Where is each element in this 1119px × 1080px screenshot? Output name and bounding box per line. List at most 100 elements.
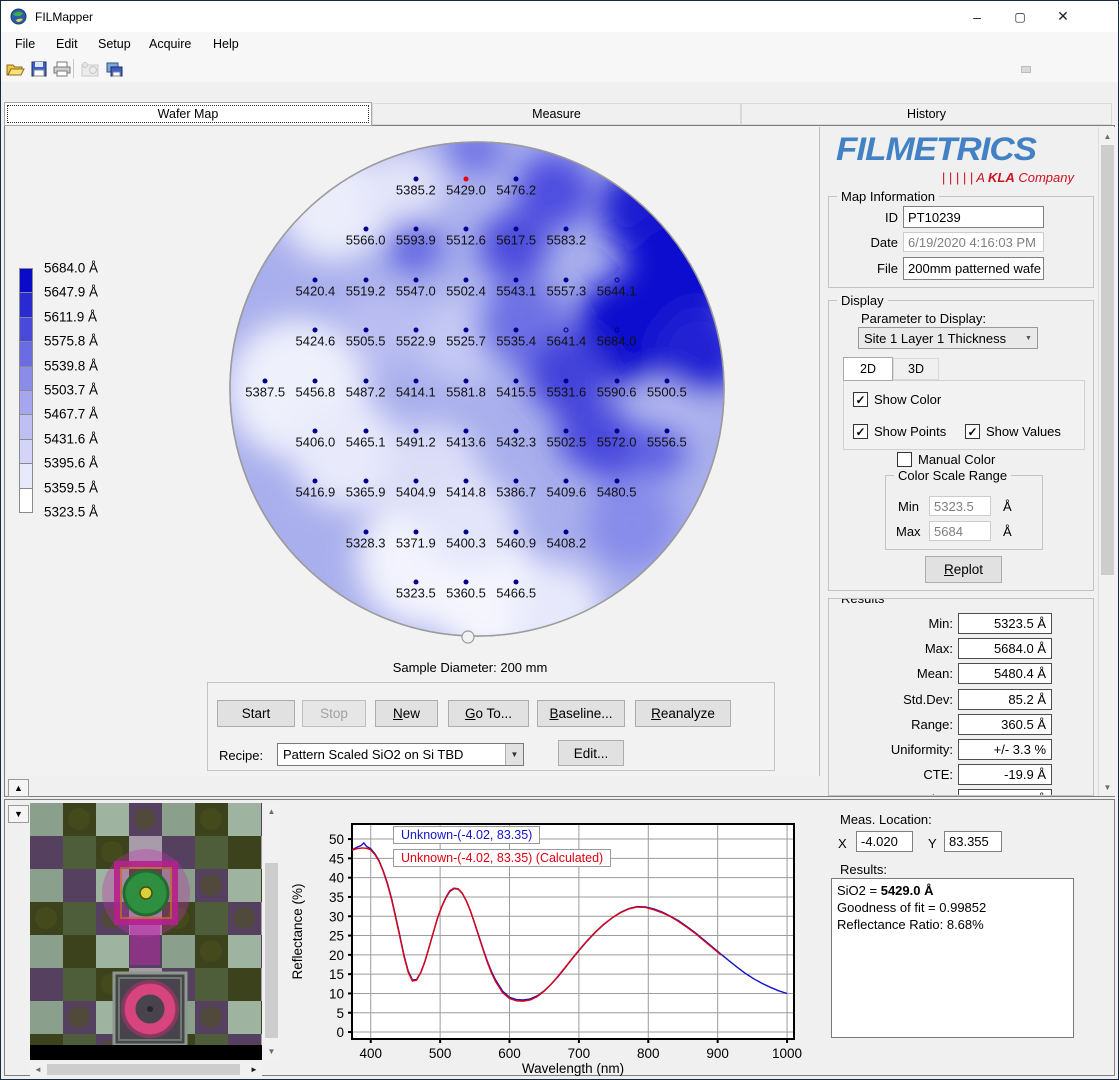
right-panel-scrollbar[interactable]: ▲ ▼	[1098, 127, 1116, 796]
wafer-point-dot[interactable]	[413, 227, 418, 232]
splitter-collapse-down-button[interactable]: ▼	[8, 805, 29, 823]
wafer-point-dot[interactable]	[313, 328, 318, 333]
wafer-point-dot[interactable]	[514, 479, 519, 484]
replot-button[interactable]: Replot	[925, 556, 1002, 583]
wafer-point-dot[interactable]	[363, 429, 368, 434]
recipe-combobox[interactable]: Pattern Scaled SiO2 on Si TBD ▼	[277, 743, 524, 766]
new-button[interactable]: New	[375, 700, 438, 727]
wafer-point-dot[interactable]	[564, 328, 569, 333]
edit-button[interactable]: Edit...	[558, 740, 624, 766]
wafer-point-dot[interactable]	[614, 429, 619, 434]
wafer-point-dot[interactable]	[614, 479, 619, 484]
tab-history[interactable]: History	[741, 103, 1112, 125]
baseline-button[interactable]: Baseline...	[537, 700, 625, 727]
camera-horizontal-scrollbar[interactable]: ◄ ►	[30, 1062, 262, 1077]
wafer-point-dot[interactable]	[614, 277, 619, 282]
wafer-point-dot[interactable]	[413, 328, 418, 333]
wafer-point-dot[interactable]	[614, 328, 619, 333]
wafer-point-dot[interactable]	[564, 227, 569, 232]
id-field[interactable]: PT10239	[903, 206, 1044, 228]
copy-save-icon[interactable]	[103, 58, 125, 80]
wafer-point-dot[interactable]	[413, 580, 418, 585]
wafer-point-dot[interactable]	[413, 479, 418, 484]
wafer-point-dot[interactable]	[464, 227, 469, 232]
menu-edit[interactable]: Edit	[51, 35, 83, 57]
wafer-point-dot[interactable]	[363, 479, 368, 484]
wafer-point-dot[interactable]	[363, 277, 368, 282]
save-icon[interactable]	[28, 58, 50, 80]
wafer-point-dot[interactable]	[363, 227, 368, 232]
camera-vertical-scrollbar[interactable]: ▲ ▼	[263, 803, 280, 1060]
combo-arrow-icon[interactable]: ▼	[505, 744, 523, 765]
wafer-point-dot[interactable]	[363, 529, 368, 534]
menu-acquire[interactable]: Acquire	[144, 35, 196, 57]
wafer-point-dot[interactable]	[564, 378, 569, 383]
wafer-point-dot[interactable]	[514, 580, 519, 585]
combo-arrow-icon[interactable]: ▼	[1020, 328, 1037, 348]
scroll-down-icon[interactable]: ▼	[1099, 780, 1116, 794]
wafer-point-dot[interactable]	[514, 529, 519, 534]
tab-wafer-map[interactable]: Wafer Map	[4, 102, 372, 126]
camera-image[interactable]	[30, 803, 262, 1060]
wafer-point-dot[interactable]	[413, 529, 418, 534]
wafer-point-dot[interactable]	[363, 328, 368, 333]
fit-results-box[interactable]: SiO2 = 5429.0 Å Goodness of fit = 0.9985…	[831, 878, 1074, 1038]
scrollbar-thumb[interactable]	[1101, 145, 1114, 575]
wafer-point-dot[interactable]	[464, 580, 469, 585]
menu-help[interactable]: Help	[208, 35, 244, 57]
open-file-icon[interactable]	[4, 58, 26, 80]
tab-3d[interactable]: 3D	[893, 358, 939, 380]
wafer-point-dot[interactable]	[464, 277, 469, 282]
wafer-point-dot[interactable]	[313, 378, 318, 383]
wafer-point-dot[interactable]	[464, 378, 469, 383]
wafer-point-dot[interactable]	[413, 177, 418, 182]
go-to-button[interactable]: Go To...	[448, 700, 529, 727]
show-points-checkbox[interactable]: Show Points	[853, 424, 946, 439]
minimize-button[interactable]: –	[955, 1, 999, 32]
scroll-down-icon[interactable]: ▼	[263, 1045, 280, 1057]
scrollbar-thumb[interactable]	[265, 863, 278, 1038]
menu-file[interactable]: File	[10, 35, 40, 57]
maximize-button[interactable]: ▢	[998, 1, 1042, 32]
wafer-point-dot[interactable]	[664, 429, 669, 434]
splitter-collapse-up-button[interactable]: ▲	[8, 779, 29, 797]
wafer-point-dot[interactable]	[413, 277, 418, 282]
wafer-point-dot[interactable]	[664, 378, 669, 383]
scroll-up-icon[interactable]: ▲	[263, 805, 280, 817]
wafer-point-dot[interactable]	[464, 479, 469, 484]
show-color-checkbox[interactable]: Show Color	[853, 392, 941, 407]
tab-2d[interactable]: 2D	[843, 357, 893, 381]
wafer-point-dot[interactable]	[514, 277, 519, 282]
wafer-point-dot[interactable]	[313, 277, 318, 282]
reanalyze-button[interactable]: Reanalyze	[635, 700, 731, 727]
x-field[interactable]: -4.020	[856, 831, 913, 852]
wafer-point-dot[interactable]	[313, 479, 318, 484]
y-field[interactable]: 83.355	[944, 831, 1002, 852]
print-icon[interactable]	[51, 58, 73, 80]
wafer-point-dot[interactable]	[564, 277, 569, 282]
scroll-left-icon[interactable]: ◄	[32, 1062, 44, 1077]
scroll-right-icon[interactable]: ►	[248, 1062, 260, 1077]
wafer-point-dot[interactable]	[614, 378, 619, 383]
wafer-point-dot[interactable]	[564, 529, 569, 534]
start-button[interactable]: Start	[217, 700, 295, 727]
wafer-point-dot[interactable]	[263, 378, 268, 383]
scroll-up-icon[interactable]: ▲	[1099, 129, 1116, 143]
wafer-point-dot[interactable]	[564, 479, 569, 484]
wafer-point-dot[interactable]	[413, 378, 418, 383]
wafer-point-dot[interactable]	[514, 227, 519, 232]
wafer-point-dot[interactable]	[514, 378, 519, 383]
file-field[interactable]: 200mm patterned wafe	[903, 257, 1044, 280]
close-button[interactable]: ✕	[1041, 1, 1085, 32]
wafer-point-dot[interactable]	[464, 429, 469, 434]
scrollbar-thumb[interactable]	[47, 1064, 240, 1075]
manual-color-checkbox[interactable]: Manual Color	[897, 452, 995, 467]
wafer-point-dot[interactable]	[464, 529, 469, 534]
wafer-point-dot[interactable]	[413, 429, 418, 434]
wafer-point-dot[interactable]	[464, 328, 469, 333]
wafer-point-dot[interactable]	[464, 177, 469, 182]
menu-setup[interactable]: Setup	[93, 35, 136, 57]
wafer-point-dot[interactable]	[514, 177, 519, 182]
show-values-checkbox[interactable]: Show Values	[965, 424, 1061, 439]
wafer-point-dot[interactable]	[564, 429, 569, 434]
